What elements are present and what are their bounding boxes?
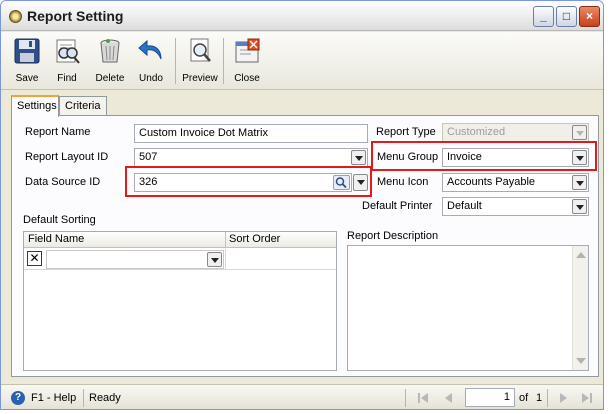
toolbar-separator <box>175 38 176 84</box>
status-text: Ready <box>89 392 121 404</box>
report-setting-window: Report Setting _ □ × Save Find Delete Un… <box>0 0 604 410</box>
save-label: Save <box>15 73 39 84</box>
report-type-value: Customized <box>447 126 506 138</box>
window-title: Report Setting <box>27 8 124 24</box>
default-printer-value: Default <box>447 200 482 212</box>
last-page-icon[interactable] <box>581 392 593 404</box>
sorting-grid: Field Name Sort Order ✕ <box>23 231 337 371</box>
report-layout-id-select[interactable]: 507 <box>134 148 368 167</box>
table-row[interactable]: ✕ <box>24 249 336 270</box>
data-source-id-label: Data Source ID <box>25 176 101 188</box>
sort-order-column[interactable]: Sort Order <box>229 233 280 245</box>
toolbar: Save Find Delete Undo Preview Close <box>1 32 603 90</box>
tab-settings[interactable]: Settings <box>11 95 59 117</box>
undo-button[interactable]: Undo <box>131 35 171 87</box>
delete-label: Delete <box>95 73 125 84</box>
help-label[interactable]: F1 - Help <box>31 392 76 404</box>
chevron-down-icon[interactable] <box>572 199 587 214</box>
preview-label: Preview <box>182 73 218 84</box>
scroll-down-icon[interactable] <box>576 358 586 364</box>
chevron-down-icon[interactable] <box>351 150 366 165</box>
menu-icon-label: Menu Icon <box>377 176 429 188</box>
report-layout-id-value: 507 <box>139 151 158 163</box>
previous-page-icon[interactable] <box>443 392 453 404</box>
toolbar-separator <box>223 38 224 84</box>
chevron-down-icon <box>572 125 587 140</box>
menu-group-highlight <box>371 141 597 171</box>
next-page-icon[interactable] <box>559 392 569 404</box>
column-divider[interactable] <box>225 232 226 248</box>
delete-row-icon[interactable]: ✕ <box>27 251 42 266</box>
maximize-button[interactable]: □ <box>556 6 577 27</box>
report-description-label: Report Description <box>347 230 439 242</box>
save-button[interactable]: Save <box>7 35 47 87</box>
field-name-select[interactable] <box>46 250 224 269</box>
page-number-input[interactable]: 1 <box>465 388 515 407</box>
page-total: 1 <box>536 392 543 404</box>
report-type-label: Report Type <box>376 126 436 138</box>
floppy-disk-icon <box>14 38 40 64</box>
data-source-highlight <box>125 166 372 197</box>
minimize-button[interactable]: _ <box>533 6 554 27</box>
close-window-icon <box>235 38 260 63</box>
magnifier-page-icon <box>190 38 211 62</box>
description-scrollbar[interactable] <box>572 246 588 370</box>
default-printer-select[interactable]: Default <box>442 197 589 216</box>
menu-icon-value: Accounts Payable <box>447 176 536 188</box>
report-layout-id-label: Report Layout ID <box>25 151 109 163</box>
status-separator <box>83 389 84 407</box>
default-printer-label: Default Printer <box>362 200 433 212</box>
menu-icon-select[interactable]: Accounts Payable <box>442 173 589 192</box>
status-separator <box>547 389 548 407</box>
undo-arrow-icon <box>138 39 162 60</box>
app-icon <box>9 10 22 23</box>
cell-divider <box>225 249 226 270</box>
sorting-grid-header: Field Name Sort Order <box>24 232 336 248</box>
preview-button[interactable]: Preview <box>180 35 220 87</box>
report-description-textarea[interactable] <box>347 245 589 371</box>
find-button[interactable]: Find <box>47 35 87 87</box>
title-bar[interactable]: Report Setting _ □ × <box>1 1 603 31</box>
report-name-field[interactable]: Custom Invoice Dot Matrix <box>134 124 368 143</box>
chevron-down-icon[interactable] <box>572 175 587 190</box>
binoculars-icon <box>56 39 80 64</box>
help-icon[interactable]: ? <box>11 391 25 405</box>
delete-button[interactable]: Delete <box>90 35 130 87</box>
tab-criteria[interactable]: Criteria <box>59 96 107 116</box>
close-label: Close <box>234 73 260 84</box>
find-label: Find <box>57 73 77 84</box>
field-name-column[interactable]: Field Name <box>28 233 84 245</box>
trash-can-icon <box>100 39 120 63</box>
close-window-button[interactable]: × <box>579 6 600 27</box>
status-separator <box>405 389 406 407</box>
page-of-label: of <box>519 392 529 404</box>
status-bar: ? F1 - Help Ready 1 of 1 <box>1 384 603 409</box>
first-page-icon[interactable] <box>417 392 429 404</box>
undo-label: Undo <box>139 73 163 84</box>
report-type-select: Customized <box>442 123 589 142</box>
default-sorting-label: Default Sorting <box>23 214 96 226</box>
close-button[interactable]: Close <box>227 35 267 87</box>
report-name-label: Report Name <box>25 126 91 138</box>
scroll-up-icon[interactable] <box>576 252 586 258</box>
chevron-down-icon[interactable] <box>207 252 222 267</box>
